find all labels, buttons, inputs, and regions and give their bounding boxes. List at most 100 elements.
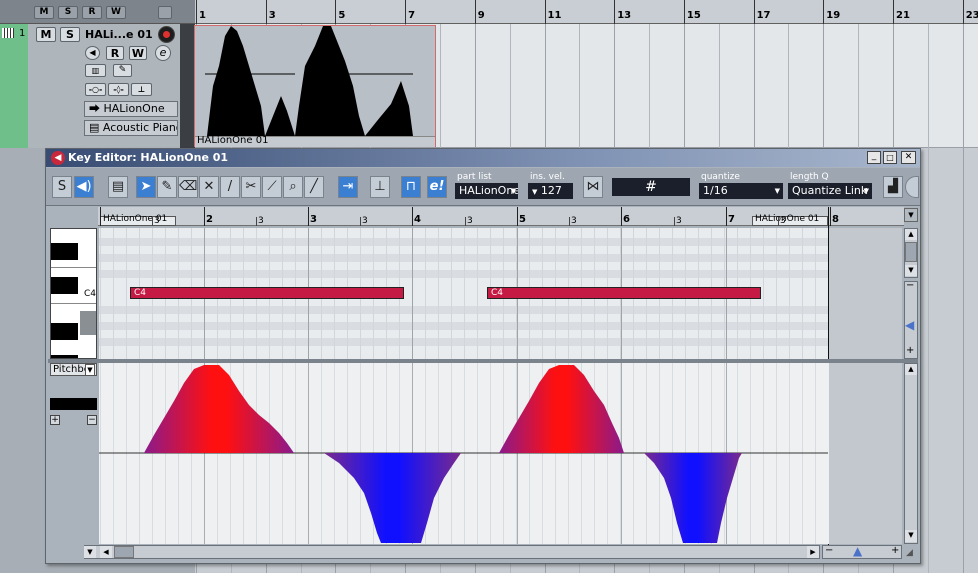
scroll-down-icon[interactable]: ▼: [905, 265, 917, 276]
ctrl-scroll-down-icon[interactable]: ▼: [905, 530, 917, 542]
ruler-tick: [830, 207, 831, 226]
ruler-menu-button[interactable]: ▼: [904, 208, 918, 222]
track-name[interactable]: HALi...e 01: [85, 28, 153, 41]
pitchbend-curve: [99, 365, 828, 543]
track-mute-button[interactable]: M: [36, 27, 56, 42]
zoom-handle-icon[interactable]: ◀: [905, 318, 914, 332]
ruler-bar-label: 2: [206, 214, 213, 225]
controller-value-meter: [50, 398, 97, 410]
lane-menu-icon[interactable]: ▼: [84, 546, 96, 558]
grid-line-bar: [412, 228, 413, 359]
scroll-right-icon[interactable]: ▶: [807, 546, 819, 558]
erase-tool-icon[interactable]: ⌫: [178, 176, 198, 198]
part-name: HALionOne 01: [197, 135, 269, 146]
snap-field[interactable]: #: [612, 178, 690, 196]
output-routing-field[interactable]: ⮕ HALionOne: [84, 101, 178, 117]
scroll-left-icon[interactable]: ◀: [100, 546, 112, 558]
ruler-bar-label: 9: [477, 10, 485, 21]
output-arrow-icon: ⮕: [89, 102, 100, 115]
maximize-button[interactable]: □: [883, 151, 897, 164]
program-field[interactable]: ▤ Acoustic Piano: [84, 120, 178, 136]
track-color-strip: [0, 24, 28, 148]
ruler-beat-label: 3: [467, 216, 473, 226]
eq-icon[interactable]: -◊-: [108, 83, 129, 96]
track-number: 1: [19, 28, 26, 39]
ruler-tick: [544, 0, 546, 24]
close-button[interactable]: ✕: [901, 151, 916, 164]
ruler-beat-label: 3: [676, 216, 682, 226]
ins-vel-label: ins. vel.: [530, 172, 565, 182]
white-key-border: [51, 267, 96, 268]
ctrl-scroll-up-icon[interactable]: ▲: [905, 364, 917, 375]
horizontal-scroll-thumb[interactable]: [114, 546, 134, 558]
part-list-dropdown[interactable]: HALionOne ▼: [455, 183, 518, 199]
step-input-icon[interactable]: ⋈: [583, 176, 603, 198]
monitor-button[interactable]: ◀: [85, 46, 100, 60]
hzoom-handle-icon[interactable]: ▲: [853, 544, 862, 558]
ruler-beat-label: 3: [362, 216, 368, 226]
ruler-tick: [412, 207, 413, 226]
scroll-thumb[interactable]: [905, 242, 917, 262]
black-key: [51, 243, 78, 260]
edit-active-part-icon[interactable]: e!: [427, 176, 447, 198]
acoustic-feedback-icon[interactable]: ◀): [74, 176, 94, 198]
zoom-tool-icon[interactable]: ⌕: [283, 176, 303, 198]
pencil-icon[interactable]: ✎: [113, 64, 132, 77]
scroll-up-icon[interactable]: ▲: [905, 229, 917, 240]
send-fx-icon[interactable]: ⊥: [131, 83, 152, 96]
ruler-bar-label: 5: [338, 10, 346, 21]
grid-line: [126, 228, 127, 359]
quantize-dropdown[interactable]: 1/16 ▼: [699, 183, 783, 199]
header-buttons: M S R W: [34, 6, 129, 20]
add-lane-button[interactable]: +: [50, 415, 60, 425]
velocity-icon[interactable]: ⊥: [370, 176, 390, 198]
keyboard-icon[interactable]: ▥: [85, 64, 106, 77]
line-tool-icon[interactable]: ╱: [304, 176, 324, 198]
resize-grip-icon[interactable]: ◢: [906, 548, 913, 558]
ins-vel-value: 127: [540, 184, 562, 197]
object-select-tool-icon[interactable]: ➤: [136, 176, 156, 198]
autoscroll-icon[interactable]: ⇥: [338, 176, 358, 198]
note-event[interactable]: C4: [130, 287, 404, 299]
ruler-minor-tick: [674, 217, 675, 226]
controller-scrollbar[interactable]: [904, 363, 918, 544]
header-solo-button[interactable]: S: [58, 6, 78, 19]
ruler-beat-label: 3: [571, 216, 577, 226]
ruler-bar-label: 3: [310, 214, 317, 225]
ins-vel-field[interactable]: ▼ 127: [528, 183, 573, 199]
show-info-icon[interactable]: ▤: [108, 176, 128, 198]
grid-line: [789, 228, 790, 359]
length-q-dropdown[interactable]: Quantize Link ▼: [788, 183, 872, 199]
project-ruler[interactable]: [195, 0, 978, 24]
edit-instrument-button[interactable]: e: [155, 45, 171, 61]
header-extra-button[interactable]: [158, 6, 172, 19]
grid-line-half: [927, 24, 929, 573]
header-mute-all-button[interactable]: M: [34, 6, 54, 19]
mute-tool-icon[interactable]: ✕: [199, 176, 219, 198]
solo-editor-icon[interactable]: S: [52, 176, 72, 198]
glue-tool-icon[interactable]: ⟋: [262, 176, 282, 198]
colors-icon[interactable]: ▟: [883, 176, 903, 198]
note-event[interactable]: C4: [487, 287, 761, 299]
read-button[interactable]: R: [106, 46, 124, 60]
quantize-value: 1/16: [703, 184, 728, 197]
header-read-button[interactable]: R: [82, 6, 102, 19]
controller-select[interactable]: Pitchbe ▼: [50, 363, 97, 376]
header-write-button[interactable]: W: [106, 6, 126, 19]
write-button[interactable]: W: [129, 46, 147, 60]
pressed-key: [80, 311, 96, 335]
piano-keyboard[interactable]: C4: [50, 228, 97, 359]
note-label: C4: [491, 288, 504, 298]
draw-tool-icon[interactable]: ✎: [157, 176, 177, 198]
insert-fx-icon[interactable]: -○-: [85, 83, 106, 96]
pencil-tool-icon[interactable]: /: [220, 176, 240, 198]
remove-lane-button[interactable]: −: [87, 415, 97, 425]
minimize-button[interactable]: _: [867, 151, 881, 164]
hzoom-minus-icon: −: [825, 545, 834, 556]
track-solo-button[interactable]: S: [60, 27, 80, 42]
ruler-tick: [517, 207, 518, 226]
horizontal-scrollbar[interactable]: [84, 545, 820, 559]
split-tool-icon[interactable]: ✂: [241, 176, 261, 198]
part-borders-icon[interactable]: ⊓: [401, 176, 421, 198]
chevron-down-icon: ▼: [85, 364, 95, 375]
